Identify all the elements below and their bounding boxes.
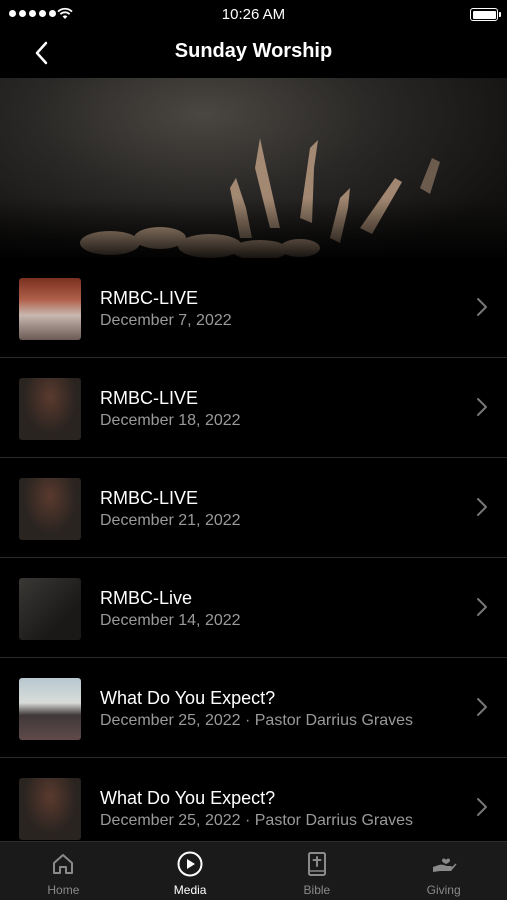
giving-hand-icon: [432, 858, 457, 872]
item-subtitle: December 18, 2022: [100, 412, 241, 429]
battery-icon: [470, 8, 501, 21]
item-title: RMBC-LIVE: [100, 488, 199, 508]
tab-bar: Home Media Bible Giving: [0, 841, 507, 900]
item-subtitle: December 7, 2022: [100, 312, 232, 329]
list-item[interactable]: What Do You Expect? December 25, 2022 · …: [0, 758, 507, 841]
status-bar: 10:26 AM: [0, 0, 507, 28]
media-thumbnail: [19, 678, 81, 740]
status-time: 10:26 AM: [221, 6, 286, 23]
tab-giving[interactable]: Giving: [380, 842, 507, 900]
media-thumbnail: [19, 578, 81, 640]
item-subtitle: December 21, 2022: [100, 512, 241, 529]
chevron-right-icon: [477, 498, 487, 516]
item-subtitle: December 25, 2022 · Pastor Darrius Grave…: [100, 712, 414, 729]
list-item[interactable]: RMBC-LIVE December 7, 2022: [0, 258, 507, 358]
media-thumbnail: [19, 478, 81, 540]
tab-label: Media: [173, 883, 207, 897]
hero-image: [0, 78, 507, 258]
item-title: RMBC-Live: [100, 588, 193, 608]
tab-label: Bible: [303, 883, 331, 897]
item-title: RMBC-LIVE: [100, 288, 199, 308]
chevron-right-icon: [477, 398, 487, 416]
list-item[interactable]: RMBC-LIVE December 18, 2022: [0, 358, 507, 458]
media-thumbnail: [19, 378, 81, 440]
list-item[interactable]: RMBC-Live December 14, 2022: [0, 558, 507, 658]
page-title: Sunday Worship: [174, 40, 333, 62]
chevron-right-icon: [477, 598, 487, 616]
home-icon: [53, 854, 74, 874]
navigation-bar: Sunday Worship: [0, 28, 507, 78]
tab-label: Home: [47, 883, 80, 897]
worship-hands-illustration: [0, 138, 507, 258]
media-list: RMBC-LIVE December 7, 2022 RMBC-LIVE Dec…: [0, 258, 507, 841]
chevron-right-icon: [477, 698, 487, 716]
tab-media[interactable]: Media: [127, 842, 254, 900]
tab-bible[interactable]: Bible: [254, 842, 381, 900]
play-circle-icon: [177, 851, 203, 877]
list-item[interactable]: RMBC-LIVE December 21, 2022: [0, 458, 507, 558]
tab-home[interactable]: Home: [0, 842, 127, 900]
item-title: What Do You Expect?: [100, 688, 276, 708]
tab-label: Giving: [426, 883, 461, 897]
item-subtitle: December 14, 2022: [100, 612, 241, 629]
item-title: What Do You Expect?: [100, 788, 276, 808]
media-thumbnail: [19, 278, 81, 340]
media-thumbnail: [19, 778, 81, 840]
chevron-right-icon: [477, 298, 487, 316]
chevron-right-icon: [477, 798, 487, 816]
bible-icon: [307, 852, 326, 876]
item-title: RMBC-LIVE: [100, 388, 199, 408]
item-subtitle: December 25, 2022 · Pastor Darrius Grave…: [100, 812, 414, 829]
list-item[interactable]: What Do You Expect? December 25, 2022 · …: [0, 658, 507, 758]
